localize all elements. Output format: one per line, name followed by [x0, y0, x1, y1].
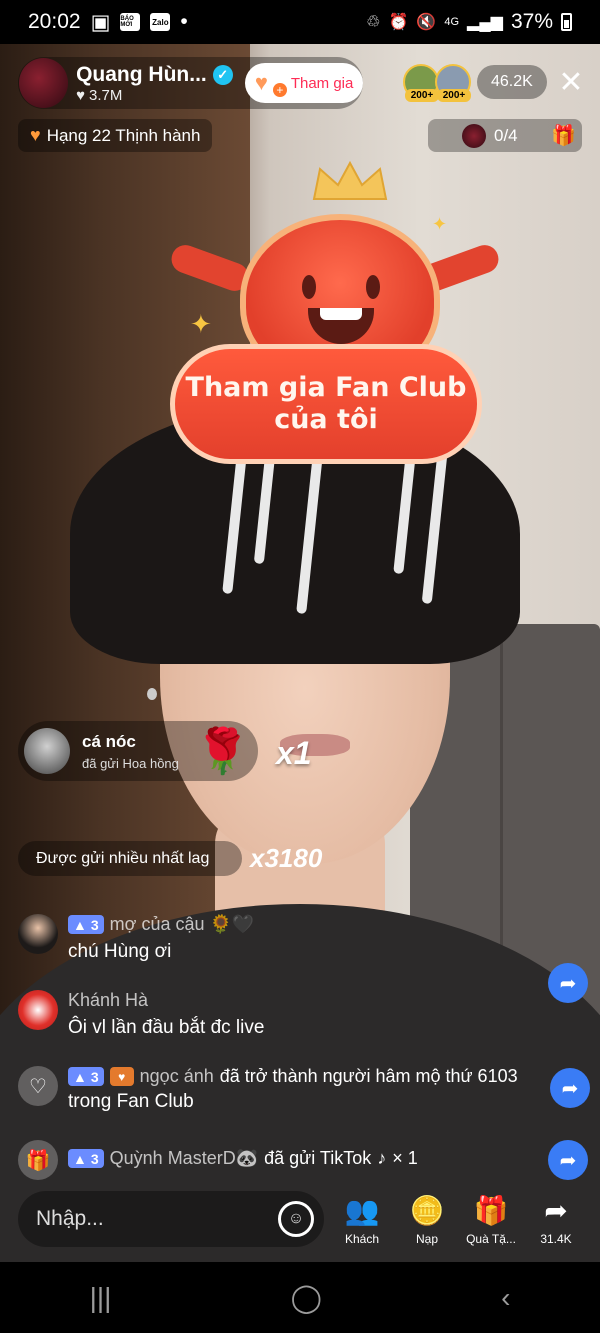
- level-badge: ▲ 3: [68, 915, 104, 934]
- chat-username[interactable]: Quỳnh MasterD🐼: [110, 1148, 258, 1169]
- bao-moi-icon: BÁO MỚI: [120, 13, 141, 31]
- chat-text: Ôi vl lần đầu bắt đc live: [68, 1017, 265, 1038]
- recent-apps-icon[interactable]: |||: [90, 1282, 112, 1314]
- gift-multiplier: x1: [276, 735, 312, 771]
- top-viewers[interactable]: 200+ 200+ 46.2K: [403, 64, 547, 102]
- level-badge: ▲ 3: [68, 1149, 104, 1168]
- comment-placeholder: Nhập...: [36, 1207, 104, 1230]
- network-4g-icon: 4G: [444, 16, 460, 28]
- goal-progress: 0/4: [494, 125, 518, 145]
- guests-icon: 👥: [344, 1194, 380, 1226]
- chat-gift-message[interactable]: 🎁 ▲ 3 Quỳnh MasterD🐼 đã gửi TikTok ♪ × 1: [18, 1140, 588, 1180]
- chat-avatar[interactable]: [18, 990, 58, 1030]
- rose-icon: 🌹: [195, 727, 250, 776]
- battery-icon: [561, 13, 572, 31]
- trending-heart-icon: ♥: [30, 125, 41, 145]
- rank-label: Hạng 22 Thịnh hành: [46, 125, 201, 145]
- chat-text: chú Hùng ơi: [68, 941, 172, 962]
- chat-system-message[interactable]: ♡ ▲ 3 ♥ ngọc ánh đã trở thành người hâm …: [18, 1066, 588, 1113]
- recharge-label: Nạp: [415, 1232, 438, 1246]
- gift-icon: 🎁: [18, 1140, 58, 1180]
- heart-outline-icon: ♡: [18, 1066, 58, 1106]
- viewer-tag: 200+: [437, 89, 471, 102]
- notification-dot: •: [180, 10, 188, 33]
- sticker-banner: Tham gia Fan Club của tôi: [170, 344, 482, 464]
- tiktok-gift-icon: ♪: [377, 1148, 387, 1168]
- gift-box-icon: 🎁: [551, 125, 576, 147]
- streamer-earring: [147, 688, 157, 700]
- signal-icon: ▂▄▆: [467, 14, 503, 31]
- gift-box-icon: 🎁: [473, 1194, 509, 1226]
- guests-label: Khách: [344, 1232, 380, 1246]
- share-count: 31.4K: [540, 1232, 572, 1246]
- zalo-icon: Zalo: [150, 13, 171, 31]
- home-icon[interactable]: ◯: [291, 1281, 322, 1314]
- crown-icon: [312, 160, 388, 200]
- sticker-line-2: của tôi: [274, 404, 378, 435]
- top-viewer-avatar[interactable]: 200+: [435, 64, 471, 102]
- gifts-label: Quà Tặ...: [466, 1232, 516, 1246]
- chat-message[interactable]: Khánh Hà Ôi vl lần đầu bắt đc live: [18, 990, 588, 1039]
- chat-action: đã gửi TikTok: [264, 1148, 372, 1168]
- gift-description: đã gửi Hoa hồng: [82, 755, 179, 771]
- gift-goal[interactable]: 0/4 🎁: [428, 119, 582, 152]
- chat-username[interactable]: Khánh Hà: [68, 990, 148, 1011]
- status-time: 20:02: [28, 10, 81, 33]
- sticker-arm: [167, 241, 253, 295]
- host-card[interactable]: Quang Hùn... ✓ ♥ 3.7M ♥ + Tham gia: [18, 57, 363, 109]
- fan-badge-icon: ♥: [109, 1067, 134, 1086]
- share-arrow-icon[interactable]: ➦: [548, 1140, 588, 1180]
- mute-icon: 🔇: [416, 14, 437, 31]
- comment-input[interactable]: Nhập... ☺: [18, 1191, 324, 1247]
- close-icon[interactable]: ✕: [552, 63, 590, 101]
- join-label: Tham gia: [290, 74, 354, 92]
- most-sent-label: Được gửi nhiều nhất lag: [36, 849, 210, 867]
- trending-rank[interactable]: ♥ Hạng 22 Thịnh hành: [18, 119, 213, 152]
- fan-club-sticker[interactable]: ✦ ✦ Tham gia Fan Club của tôi: [167, 159, 503, 479]
- back-icon[interactable]: ‹: [501, 1282, 510, 1314]
- recycle-icon: ♲: [366, 14, 381, 31]
- fan-heart-icon: ♥ +: [255, 71, 287, 97]
- battery-percent: 37%: [510, 10, 553, 33]
- most-sent-multiplier: x3180: [250, 843, 323, 873]
- sticker-line-1: Tham gia Fan Club: [185, 372, 467, 403]
- share-icon: ➦: [544, 1194, 568, 1226]
- verified-icon: ✓: [212, 64, 233, 85]
- system-nav-bar: ||| ◯ ‹: [0, 1262, 600, 1333]
- emoji-icon[interactable]: ☺: [278, 1201, 314, 1237]
- chat-avatar[interactable]: [18, 914, 58, 954]
- host-avatar[interactable]: [19, 58, 69, 108]
- share-button[interactable]: ➦ 31.4K: [521, 1192, 591, 1247]
- gifter-avatar: [24, 728, 70, 774]
- top-viewer-avatar[interactable]: 200+: [403, 64, 439, 102]
- chat-username[interactable]: ngọc ánh: [140, 1066, 214, 1087]
- goal-avatar: [462, 123, 486, 148]
- chat-username[interactable]: mợ của cậu 🌻🖤: [110, 914, 255, 935]
- share-arrow-icon[interactable]: ➦: [550, 1068, 590, 1108]
- alarm-icon: ⏰: [388, 14, 409, 31]
- gifts-button[interactable]: 🎁 Quà Tặ...: [456, 1192, 526, 1247]
- gallery-icon: ▣: [90, 10, 111, 34]
- share-arrow-icon[interactable]: ➦: [548, 963, 588, 1003]
- chat-text: trong Fan Club: [68, 1091, 194, 1112]
- level-badge: ▲ 3: [68, 1067, 104, 1086]
- status-bar: 20:02 ▣ BÁO MỚI Zalo • ♲ ⏰ 🔇 4G ▂▄▆ 37%: [0, 0, 600, 44]
- coin-icon: 🪙: [409, 1194, 445, 1226]
- chat-action: đã trở thành người hâm mộ thứ 6103: [219, 1066, 518, 1086]
- sparkle-icon: ✦: [432, 214, 448, 234]
- guests-button[interactable]: 👥 Khách: [327, 1192, 397, 1247]
- viewer-tag: 200+: [405, 89, 439, 102]
- join-fan-club-button[interactable]: ♥ + Tham gia: [245, 63, 363, 103]
- sparkle-icon: ✦: [190, 309, 212, 339]
- most-sent-banner: Được gửi nhiều nhất lag: [18, 841, 242, 876]
- gift-count: × 1: [392, 1148, 418, 1168]
- viewer-count[interactable]: 46.2K: [477, 65, 547, 99]
- recharge-button[interactable]: 🪙 Nạp: [392, 1192, 462, 1247]
- chat-message[interactable]: ▲ 3 mợ của cậu 🌻🖤 chú Hùng ơi: [18, 914, 588, 963]
- heart-icon: ♥: [76, 86, 85, 104]
- gifter-name: cá nóc: [82, 731, 136, 751]
- host-likes: 3.7M: [89, 86, 123, 104]
- host-name: Quang Hùn...: [76, 62, 207, 86]
